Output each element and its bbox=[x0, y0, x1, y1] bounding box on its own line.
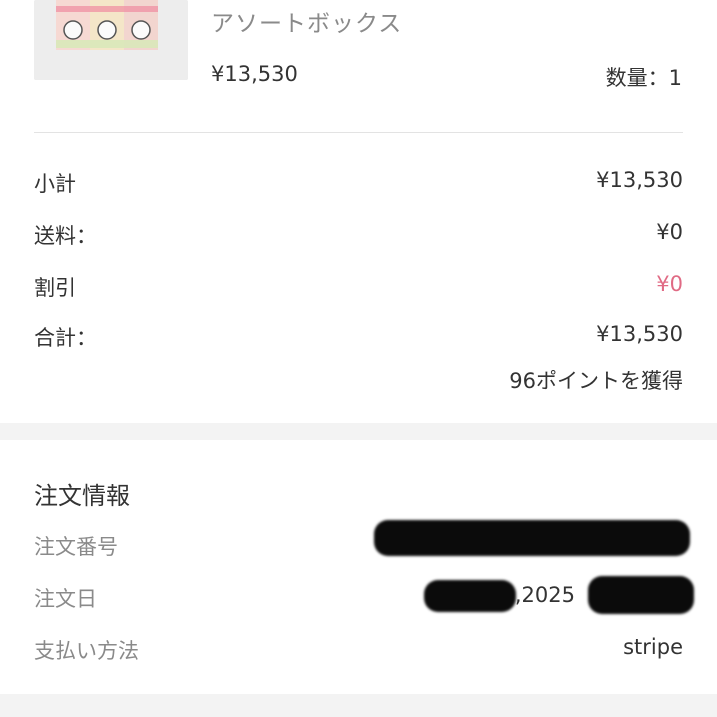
subtotal-value: ¥13,530 bbox=[596, 168, 683, 192]
redacted-order-number bbox=[374, 520, 690, 556]
payment-method-value: stripe bbox=[623, 635, 683, 659]
divider bbox=[34, 132, 683, 133]
total-label: 合計： bbox=[34, 326, 97, 350]
section-separator bbox=[0, 423, 717, 440]
points-earned: 96ポイントを獲得 bbox=[509, 369, 683, 393]
redacted-date-prefix bbox=[424, 580, 516, 612]
subtotal-row: 小計 ¥13,530 bbox=[34, 168, 683, 198]
discount-row: 割引 ¥0 bbox=[34, 272, 683, 302]
product-item: アソートボックス ¥13,530 数量：1 bbox=[0, 0, 717, 132]
order-date-label: 注文日 bbox=[34, 587, 97, 611]
discount-value: ¥0 bbox=[656, 272, 683, 296]
discount-label: 割引 bbox=[34, 276, 76, 300]
payment-method-label: 支払い方法 bbox=[34, 639, 139, 663]
product-thumbnail[interactable] bbox=[34, 0, 188, 80]
shipping-label: 送料： bbox=[34, 224, 97, 248]
payment-method-row: 支払い方法 stripe bbox=[34, 635, 683, 665]
shipping-value: ¥0 bbox=[656, 220, 683, 244]
order-detail-page: アソートボックス ¥13,530 数量：1 小計 ¥13,530 送料： ¥0 … bbox=[0, 0, 717, 717]
order-info-title: 注文情報 bbox=[34, 482, 130, 510]
product-price: ¥13,530 bbox=[211, 62, 298, 86]
redacted-date-suffix bbox=[588, 576, 694, 614]
total-value: ¥13,530 bbox=[596, 322, 683, 346]
order-date-value: ,2025 bbox=[514, 583, 575, 607]
order-date-row: 注文日 ,2025 bbox=[34, 583, 683, 613]
bottom-band bbox=[0, 694, 717, 717]
product-name[interactable]: アソートボックス bbox=[211, 4, 402, 38]
total-row: 合計： ¥13,530 bbox=[34, 322, 683, 352]
product-image bbox=[34, 0, 188, 80]
subtotal-label: 小計 bbox=[34, 172, 76, 196]
product-quantity: 数量：1 bbox=[605, 66, 682, 90]
order-number-label: 注文番号 bbox=[34, 535, 118, 559]
shipping-row: 送料： ¥0 bbox=[34, 220, 683, 250]
